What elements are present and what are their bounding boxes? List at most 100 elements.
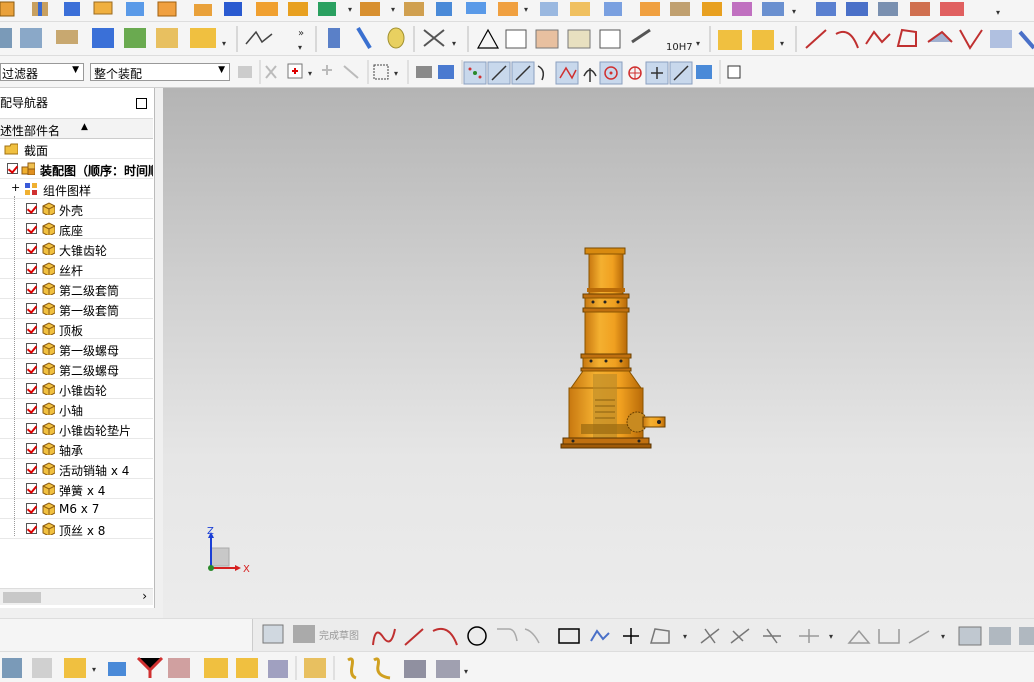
sketch-toolbar-area: 完成草图 ▾ ▾ ▾ [252,619,1034,652]
component-icon [42,482,55,495]
component-icon [42,262,55,275]
toolbar-row-1: ▾ ▾ ▾ ▾ ▾ [0,0,1034,22]
visibility-checkbox[interactable] [26,303,37,314]
navigator-horizontal-scrollbar[interactable]: › [0,588,153,605]
tree-node-label: 顶丝 x 8 [59,524,106,538]
tree-node-label: 底座 [59,224,84,238]
scope-filter-value: 整个装配 [94,67,143,81]
z-axis-label: Z [207,526,214,537]
view-triad[interactable]: Z X [201,524,261,584]
tree-node-label: 截面 [24,144,49,158]
assembly-toolbar: ▾ ▾ [0,651,1034,682]
assembly-icon [21,162,35,175]
type-filter-select[interactable]: 过滤器 ▼ [0,63,84,81]
svg-text:▾: ▾ [941,632,945,641]
visibility-checkbox[interactable] [26,483,37,494]
visibility-checkbox[interactable] [26,403,37,414]
tree-node-label: 组件图样 [43,184,92,198]
graphics-viewport[interactable]: Z X [163,88,1034,618]
tree-node-component[interactable]: 第二级螺母 [0,359,153,379]
component-icon [42,382,55,395]
navigator-column-header[interactable]: 述性部件名 ▲ [0,118,153,139]
tree-node-component[interactable]: 活动销轴 x 4 [0,459,153,479]
tree-node-label: 大锥齿轮 [59,244,108,258]
visibility-checkbox[interactable] [26,323,37,334]
tree-node-label: 丝杆 [59,264,84,278]
assembly-toolbar-icons[interactable]: ▾ ▾ [0,652,500,682]
tree-node-root[interactable]: 装配图（顺序：时间顺 [0,159,153,179]
tree-node-label: 小轴 [59,404,84,418]
maximize-icon[interactable] [136,98,147,109]
tree-node-component[interactable]: 外壳 [0,199,153,219]
tree-node-component[interactable]: 第一级套筒 [0,299,153,319]
tree-node-label: M6 x 7 [59,502,100,516]
visibility-checkbox[interactable] [26,363,37,374]
tree-node-pattern[interactable]: + 组件图样 [0,179,153,199]
tree-node-component[interactable]: 第一级螺母 [0,339,153,359]
navigator-title: 配导航器 [0,96,49,110]
tree-node-component[interactable]: 顶丝 x 8 [0,519,153,539]
tree-node-component[interactable]: 丝杆 [0,259,153,279]
tree-node-label: 第一级螺母 [59,344,120,358]
tree-node-component[interactable]: 大锥齿轮 [0,239,153,259]
scroll-right-icon[interactable]: › [142,589,147,603]
visibility-checkbox[interactable] [26,423,37,434]
x-axis-label: X [243,564,250,575]
visibility-checkbox[interactable] [26,263,37,274]
tree-node-section[interactable]: 截面 [0,139,153,159]
component-icon [42,302,55,315]
sort-ascending-icon[interactable]: ▲ [81,122,88,132]
tree-node-component[interactable]: 小锥齿轮垫片 [0,419,153,439]
svg-text:▾: ▾ [524,5,528,14]
visibility-checkbox[interactable] [26,343,37,354]
toolbar-row-1-icons[interactable]: ▾ ▾ ▾ ▾ ▾ [0,0,1034,22]
visibility-checkbox[interactable] [26,383,37,394]
component-icon [42,322,55,335]
tree-node-label: 第二级套筒 [59,284,120,298]
svg-text:▾: ▾ [996,8,1000,17]
toolbar-row-2-icons[interactable]: ▾ » ▾ ▾ 10H7 ▾ ▾ [0,22,1034,56]
visibility-checkbox[interactable] [26,283,37,294]
tree-node-component[interactable]: 小锥齿轮 [0,379,153,399]
component-icon [42,222,55,235]
component-icon [42,402,55,415]
tree-node-component[interactable]: 轴承 [0,439,153,459]
visibility-checkbox[interactable] [26,523,37,534]
svg-text:▾: ▾ [829,632,833,641]
component-icon [42,242,55,255]
tree-node-label: 轴承 [59,444,84,458]
svg-text:▾: ▾ [298,43,302,52]
tree-node-component[interactable]: 顶板 [0,319,153,339]
selection-bar: 过滤器 ▼ 整个装配 ▼ ▾ ▾ [0,56,1034,88]
svg-text:▾: ▾ [92,665,96,674]
visibility-checkbox[interactable] [7,163,18,174]
tree-node-component[interactable]: 小轴 [0,399,153,419]
visibility-checkbox[interactable] [26,203,37,214]
visibility-checkbox[interactable] [26,443,37,454]
tree-node-label: 第二级螺母 [59,364,120,378]
tree-node-label: 外壳 [59,204,84,218]
tree-node-component[interactable]: 第二级套筒 [0,279,153,299]
jack-assembly-model [560,247,666,449]
visibility-checkbox[interactable] [26,243,37,254]
visibility-checkbox[interactable] [26,503,37,514]
selection-bar-icons[interactable]: ▾ ▾ [234,56,1034,88]
scrollbar-thumb[interactable] [3,592,41,603]
tree-node-label: 第一级套筒 [59,304,120,318]
visibility-checkbox[interactable] [26,463,37,474]
type-filter-value: 过滤器 [2,67,39,81]
expand-plus-icon[interactable]: + [11,181,20,194]
splitter[interactable] [155,88,163,618]
component-icon [42,202,55,215]
svg-text:▾: ▾ [696,39,700,48]
scope-filter-select[interactable]: 整个装配 ▼ [90,63,230,81]
svg-text:▾: ▾ [683,632,687,641]
tree-node-component[interactable]: M6 x 7 [0,499,153,519]
visibility-checkbox[interactable] [26,223,37,234]
sketch-toolbar-icons[interactable]: 完成草图 ▾ ▾ ▾ [253,619,1034,652]
tree-node-component[interactable]: 底座 [0,219,153,239]
tree-node-component[interactable]: 弹簧 x 4 [0,479,153,499]
folder-icon [4,143,18,155]
chevron-down-icon: ▼ [218,65,225,75]
component-icon [42,362,55,375]
